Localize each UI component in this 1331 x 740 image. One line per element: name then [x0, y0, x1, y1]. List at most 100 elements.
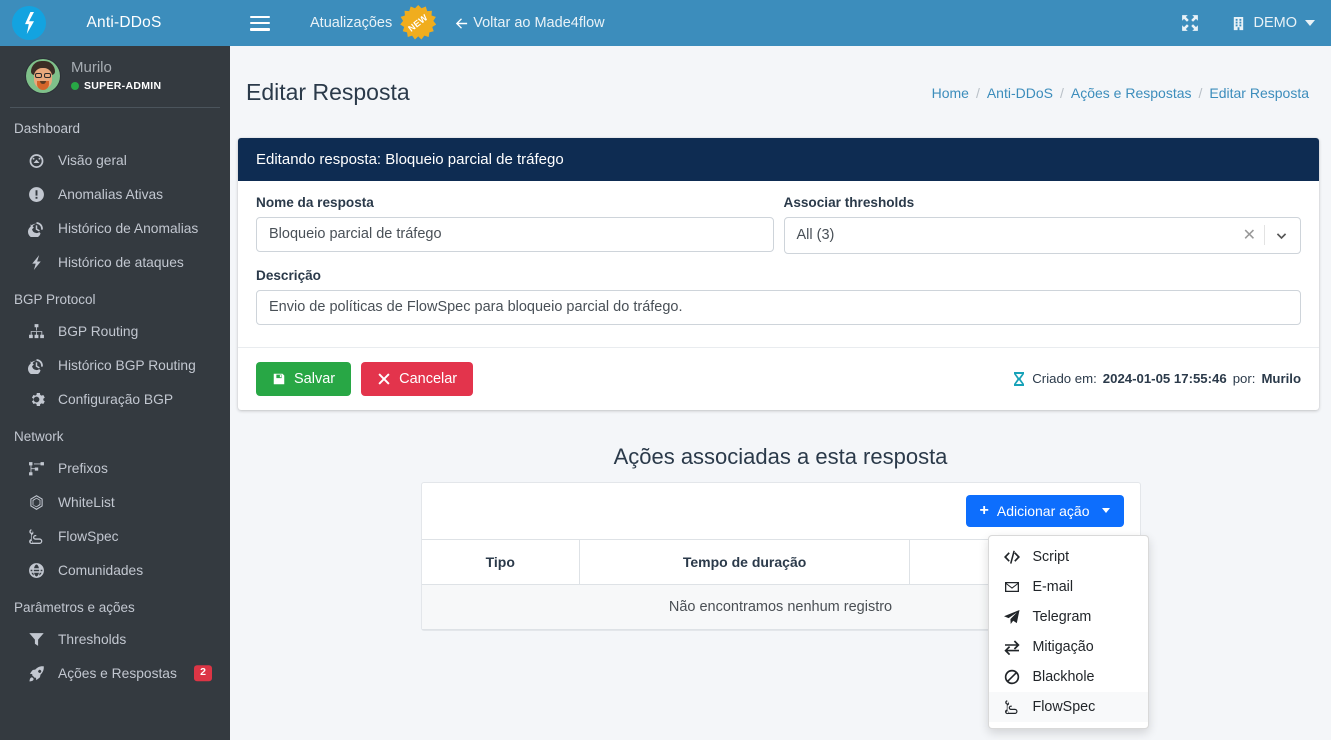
- created-date: 2024-01-05 17:55:46: [1102, 371, 1227, 387]
- created-by-prefix: por:: [1232, 371, 1256, 387]
- field-group-name: Nome da resposta: [256, 195, 774, 254]
- sidebar-item-label: FlowSpec: [58, 528, 119, 544]
- save-icon: [272, 372, 286, 386]
- sidebar-item-vis-o-geral[interactable]: Visão geral: [0, 143, 230, 177]
- sidebar-item-comunidades[interactable]: Comunidades: [0, 553, 230, 587]
- add-action-button[interactable]: + Adicionar ação: [965, 494, 1124, 527]
- lightning-logo-icon: [12, 6, 46, 40]
- sidebar-item-whitelist[interactable]: WhiteList: [0, 485, 230, 519]
- org-label: DEMO: [1253, 15, 1298, 31]
- dropdown-item-flowspec[interactable]: FlowSpec: [988, 691, 1148, 722]
- sidebar-item-prefixos[interactable]: Prefixos: [0, 451, 230, 485]
- history-icon: [26, 355, 46, 375]
- dropdown-item-label: E-mail: [1032, 578, 1074, 595]
- breadcrumb-item[interactable]: Editar Resposta: [1209, 85, 1309, 101]
- sidebar-brand[interactable]: Anti-DDoS: [0, 0, 230, 46]
- dropdown-item-mitiga-o[interactable]: Mitigação: [989, 632, 1148, 662]
- sidebar-group-header: Dashboard: [14, 121, 81, 137]
- thresholds-selected-value: All (3): [796, 227, 835, 244]
- sidebar-item-label: Histórico BGP Routing: [58, 357, 196, 373]
- plus-icon: +: [979, 501, 989, 519]
- history-icon: [26, 218, 46, 238]
- sidebar-item-label: Visão geral: [58, 152, 127, 168]
- dropdown-item-script[interactable]: Script: [989, 542, 1148, 572]
- card-body: Nome da resposta Associar thresholds All…: [238, 181, 1319, 347]
- dropdown-item-label: FlowSpec: [1032, 698, 1096, 715]
- sidebar-item-hist-rico-de-ataques[interactable]: Histórico de ataques: [0, 245, 230, 279]
- route-icon: [1003, 699, 1021, 715]
- sidebar-item-label: Ações e Respostas: [58, 665, 177, 681]
- gear-icon: [26, 389, 46, 409]
- user-role-label: SUPER-ADMIN: [84, 79, 162, 92]
- dropdown-item-e-mail[interactable]: E-mail: [989, 572, 1148, 602]
- sidebar-item-flowspec[interactable]: FlowSpec: [0, 519, 230, 553]
- sitemap-icon: [26, 321, 46, 341]
- add-action-label: Adicionar ação: [996, 502, 1090, 519]
- sidebar-item-badge: 2: [194, 665, 212, 681]
- bolt-icon: [26, 252, 46, 272]
- building-icon: [1231, 16, 1246, 31]
- hourglass-icon: [1012, 371, 1026, 387]
- avatar: [26, 58, 60, 93]
- breadcrumb-item[interactable]: Ações e Respostas: [1071, 85, 1192, 101]
- app-root: Anti-DDoS Murilo SUPER-ADMIN Dashboard Vi…: [0, 0, 1331, 740]
- expand-icon[interactable]: [1181, 14, 1199, 32]
- sidebar-item-a-es-e-respostas[interactable]: Ações e Respostas 2: [0, 656, 230, 690]
- dropdown-item-telegram[interactable]: Telegram: [989, 602, 1148, 632]
- code-icon: [1003, 549, 1021, 565]
- name-label: Nome da resposta: [256, 194, 374, 210]
- table-toolbar: + Adicionar ação: [422, 483, 1140, 539]
- created-prefix: Criado em:: [1032, 371, 1097, 387]
- exclamation-circle-icon: [26, 184, 46, 204]
- user-name: Murilo: [71, 59, 112, 76]
- org-selector[interactable]: DEMO: [1231, 15, 1315, 31]
- dropdown-item-label: Telegram: [1032, 608, 1092, 625]
- dropdown-item-label: Script: [1032, 548, 1070, 565]
- table-column-header: Tipo: [421, 538, 580, 585]
- sidebar-item-label: Anomalias Ativas: [58, 186, 164, 202]
- actions-section-title: Ações associadas a esta resposta: [613, 443, 948, 469]
- network-nodes-icon: [26, 458, 46, 478]
- save-button[interactable]: Salvar: [256, 361, 352, 396]
- hamburger-icon[interactable]: [250, 15, 270, 31]
- paper-plane-icon: [1003, 609, 1021, 625]
- sidebar-group-header: BGP Protocol: [14, 292, 96, 308]
- sidebar-item-label: WhiteList: [58, 494, 115, 510]
- caret-down-icon: [1101, 508, 1110, 514]
- sidebar-item-bgp-routing[interactable]: BGP Routing: [0, 314, 230, 348]
- card-header: Editando resposta: Bloqueio parcial de t…: [238, 137, 1319, 181]
- cancel-button[interactable]: Cancelar: [361, 361, 474, 396]
- sidebar-item-thresholds[interactable]: Thresholds: [0, 622, 230, 656]
- dropdown-item-label: Mitigação: [1032, 638, 1094, 655]
- description-input[interactable]: [256, 289, 1301, 325]
- clear-icon[interactable]: ✕: [1235, 225, 1264, 245]
- hexagon-mesh-icon: [26, 492, 46, 512]
- updates-link[interactable]: Atualizações NEW: [310, 5, 437, 41]
- chevron-down-icon[interactable]: [1265, 229, 1292, 242]
- top-navbar: Atualizações NEW Voltar ao Made4flow DEM…: [230, 0, 1331, 46]
- sidebar-item-hist-rico-bgp-routing[interactable]: Histórico BGP Routing: [0, 348, 230, 382]
- rocket-icon: [26, 663, 46, 683]
- response-name-input[interactable]: [256, 216, 774, 252]
- sidebar-item-label: Configuração BGP: [58, 391, 174, 407]
- sidebar-item-anomalias-ativas[interactable]: Anomalias Ativas: [0, 177, 230, 211]
- sidebar-item-label: Histórico de Anomalias: [58, 220, 199, 236]
- updates-label: Atualizações: [310, 15, 393, 31]
- sidebar-item-configura-o-bgp[interactable]: Configuração BGP: [0, 382, 230, 416]
- times-icon: [377, 372, 391, 386]
- dropdown-item-blackhole[interactable]: Blackhole: [989, 662, 1148, 692]
- status-dot-icon: [71, 82, 79, 91]
- exchange-icon: [1003, 639, 1021, 655]
- sidebar-item-hist-rico-de-anomalias[interactable]: Histórico de Anomalias: [0, 211, 230, 245]
- back-to-made4flow-link[interactable]: Voltar ao Made4flow: [454, 15, 605, 31]
- user-role: SUPER-ADMIN: [71, 80, 161, 94]
- thresholds-select[interactable]: All (3) ✕: [783, 216, 1301, 254]
- edit-response-card: Editando resposta: Bloqueio parcial de t…: [238, 137, 1319, 410]
- breadcrumb-separator: /: [1198, 84, 1203, 101]
- user-panel[interactable]: Murilo SUPER-ADMIN: [10, 46, 220, 109]
- breadcrumb-item[interactable]: Anti-DDoS: [987, 85, 1053, 101]
- new-badge-label: NEW: [406, 12, 430, 34]
- back-label: Voltar ao Made4flow: [473, 15, 605, 31]
- breadcrumb-item[interactable]: Home: [932, 85, 969, 101]
- chevron-down-icon: [1305, 20, 1315, 26]
